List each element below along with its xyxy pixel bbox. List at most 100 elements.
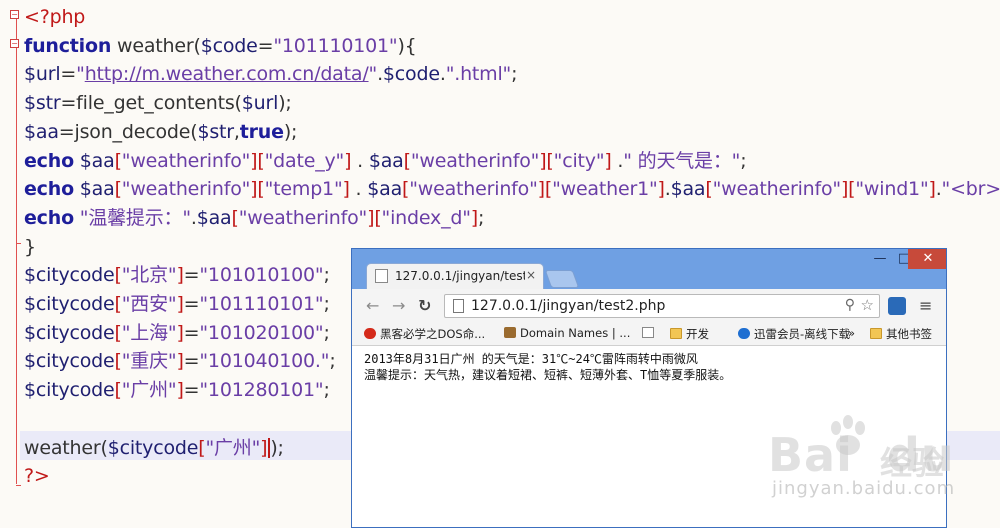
bookmarks-bar: 黑客必学之DOS命... Domain Names | ... 开发 迅雷会员-离线下… <box>352 323 946 346</box>
code-token: "weatherinfo" <box>409 178 538 201</box>
bookmark-star-icon[interactable]: ☆ <box>861 296 874 314</box>
code-line[interactable]: <?php <box>24 3 85 32</box>
code-token: ?> <box>24 465 50 488</box>
code-token: ; <box>478 206 485 229</box>
url-input[interactable] <box>471 296 821 316</box>
code-token: = <box>183 379 200 402</box>
code-line[interactable]: $str=file_get_contents($url); <box>24 89 292 118</box>
code-token: $str <box>197 120 234 143</box>
code-token: =json_decode( <box>58 120 198 143</box>
code-token: " 的天气是：" <box>623 149 741 172</box>
code-token: $citycode <box>24 321 115 344</box>
code-line[interactable]: } <box>24 233 36 262</box>
code-token: "date_y" <box>264 149 345 172</box>
bookmark-item[interactable]: Domain Names | ... <box>504 326 630 340</box>
page-icon <box>375 269 388 283</box>
bookmark-item[interactable]: 开发 <box>670 326 709 342</box>
minimize-button[interactable]: — <box>868 249 892 269</box>
bookmark-label: 其他书签 <box>886 327 932 341</box>
code-line[interactable]: $citycode["西安"]="101110101"; <box>24 290 330 319</box>
code-token: "广州" <box>205 436 261 459</box>
code-token: [ <box>114 350 122 373</box>
code-token: ][ <box>537 178 553 201</box>
code-token: "weatherinfo" <box>121 178 251 201</box>
code-line[interactable]: $citycode["上海"]="101020100"; <box>24 319 330 348</box>
code-token: ); <box>270 436 284 459</box>
bookmark-item[interactable]: 其他书签 <box>870 326 932 342</box>
code-token: $aa <box>368 149 404 172</box>
code-token: "city" <box>553 149 605 172</box>
code-token: . <box>349 178 368 201</box>
code-token: ] <box>604 149 612 172</box>
code-token: "温馨提示：" <box>79 206 191 229</box>
new-tab-button[interactable] <box>544 270 580 288</box>
code-token: ] <box>176 293 184 315</box>
code-token: ; <box>323 264 330 287</box>
code-token: = <box>183 293 200 315</box>
code-token: ; <box>511 63 518 86</box>
code-token: [ <box>114 321 122 344</box>
code-line[interactable]: echo $aa["weatherinfo"]["temp1"] . $aa["… <box>24 175 1000 204</box>
code-line[interactable]: $url="http://m.weather.com.cn/data/".$co… <box>24 60 518 89</box>
site-favicon-icon <box>504 327 516 338</box>
code-token: ; <box>323 321 330 344</box>
browser-titlebar[interactable]: 127.0.0.1/jingyan/test2.p × — □ ✕ <box>352 249 946 289</box>
code-line[interactable]: function weather($code="101110101"){ <box>24 32 417 61</box>
bookmark-label: » <box>848 326 856 340</box>
code-token: $citycode <box>24 379 115 402</box>
fold-toggle-icon[interactable]: − <box>10 10 19 19</box>
bookmark-item[interactable]: 黑客必学之DOS命... <box>364 326 485 342</box>
code-line[interactable]: $aa=json_decode($str,true); <box>24 118 297 147</box>
extension-icon[interactable] <box>888 297 906 315</box>
bookmark-label: 迅雷会员-离线下载 <box>754 327 851 341</box>
bookmarks-overflow-button[interactable]: » <box>848 326 855 340</box>
code-token: ; <box>323 379 330 402</box>
window-close-button[interactable]: ✕ <box>908 249 946 269</box>
back-arrow-icon[interactable]: ← <box>366 296 379 315</box>
code-token: "上海" <box>121 321 177 344</box>
zoom-icon[interactable]: ⚲ <box>845 297 855 313</box>
document-icon <box>642 327 654 338</box>
address-bar[interactable]: ⚲ ☆ <box>444 294 880 318</box>
bookmark-item[interactable]: 迅雷会员-离线下载 <box>738 326 850 342</box>
fold-end-marker <box>16 243 21 244</box>
menu-icon[interactable]: ≡ <box>919 296 932 315</box>
code-token: $citycode <box>107 436 199 459</box>
code-line[interactable]: weather($citycode["广州"]); <box>24 434 284 463</box>
code-token: echo <box>24 149 74 172</box>
close-icon[interactable]: × <box>526 268 536 282</box>
code-token: "重庆" <box>121 350 177 373</box>
code-line[interactable]: echo $aa["weatherinfo"]["date_y"] . $aa[… <box>24 147 747 176</box>
code-line[interactable]: $citycode["广州"]="101280101"; <box>24 376 330 405</box>
code-token: = <box>183 321 200 344</box>
paw-icon <box>831 415 865 455</box>
code-token: "北京" <box>121 264 177 287</box>
bookmark-item[interactable] <box>642 326 658 340</box>
code-token: "101280101" <box>199 379 324 402</box>
code-token: $aa <box>24 120 59 143</box>
code-token: " <box>368 63 378 86</box>
bookmark-label: 黑客必学之DOS命... <box>380 327 486 341</box>
code-line[interactable]: ?> <box>24 462 50 491</box>
browser-tab[interactable]: 127.0.0.1/jingyan/test2.p × <box>366 263 544 289</box>
code-token: [ <box>114 293 122 315</box>
bookmark-label: 开发 <box>686 327 709 341</box>
code-token: [ <box>231 206 239 229</box>
code-token: ] <box>470 206 478 229</box>
code-token: [ <box>114 178 122 201</box>
reload-icon[interactable]: ↻ <box>418 296 431 315</box>
code-token: ] <box>342 178 350 201</box>
code-token: [ <box>114 264 122 287</box>
code-token: "101010100" <box>199 264 324 287</box>
page-icon <box>453 299 464 313</box>
forward-arrow-icon[interactable]: → <box>392 296 405 315</box>
code-token: = <box>183 264 200 287</box>
fold-end-marker <box>16 485 21 486</box>
code-token: $url <box>241 92 279 115</box>
code-line[interactable]: $citycode["北京"]="101010100"; <box>24 261 330 290</box>
code-line[interactable]: echo "温馨提示：".$aa["weatherinfo"]["index_d… <box>24 204 484 233</box>
code-token: ] <box>176 321 184 344</box>
code-line[interactable]: $citycode["重庆"]="101040100."; <box>24 347 336 376</box>
fold-toggle-icon[interactable]: − <box>10 39 19 48</box>
code-token: = <box>183 350 200 373</box>
